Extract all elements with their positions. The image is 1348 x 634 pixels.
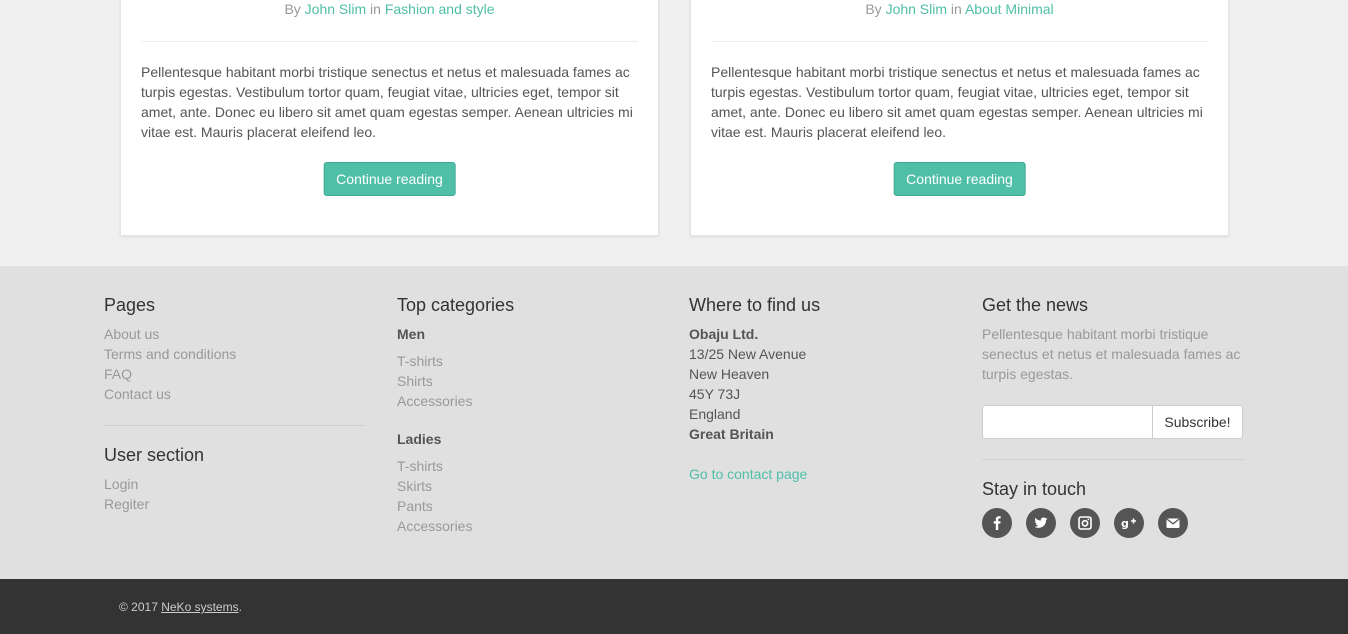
google-plus-icon[interactable]: g [1114,508,1144,538]
address-postcode: 45Y 73J [689,386,741,402]
category-link-ladies-accessories[interactable]: Accessories [397,518,472,534]
news-description: Pellentesque habitant morbi tristique se… [982,326,1241,382]
post-category-link[interactable]: Fashion and style [385,1,495,17]
post-category-link[interactable]: About Minimal [965,1,1054,17]
top-categories-heading: Top categories [397,295,515,315]
user-section-list: Login Regiter [104,474,366,514]
men-heading: Men [397,326,425,342]
category-link-men-tshirts[interactable]: T-shirts [397,353,443,369]
address-city: New Heaven [689,366,770,382]
facebook-icon[interactable] [982,508,1012,538]
company-name: Obaju Ltd. [689,326,759,342]
footer-link-terms[interactable]: Terms and conditions [104,346,236,362]
address-region: England [689,406,741,422]
pages-heading: Pages [104,295,156,315]
where-heading: Where to find us [689,295,821,315]
continue-reading-button[interactable]: Continue reading [323,162,456,196]
instagram-icon[interactable] [1070,508,1100,538]
category-link-men-accessories[interactable]: Accessories [397,393,472,409]
footer-categories-column: Top categories Men T-shirts Shirts Acces… [397,294,659,536]
post-author-link[interactable]: John Slim [305,1,366,17]
footer-link-register[interactable]: Regiter [104,496,149,512]
footer-address-column: Where to find us Obaju Ltd. 13/25 New Av… [689,294,951,484]
post-card: By John Slim in About Minimal Pellentesq… [690,0,1229,236]
subscribe-button[interactable]: Subscribe! [1152,405,1243,439]
footer-news-column: Get the news Pellentesque habitant morbi… [982,294,1244,538]
footer: Pages About us Terms and conditions FAQ … [0,266,1348,579]
footer-link-contact-us[interactable]: Contact us [104,386,171,402]
pages-list: About us Terms and conditions FAQ Contac… [104,324,366,404]
address-street: 13/25 New Avenue [689,346,807,362]
continue-reading-button[interactable]: Continue reading [893,162,1026,196]
ladies-list: T-shirts Skirts Pants Accessories [397,456,659,536]
envelope-icon[interactable] [1158,508,1188,538]
news-heading: Get the news [982,295,1089,315]
footer-link-about-us[interactable]: About us [104,326,159,342]
social-links: g [982,508,1244,538]
post-author-link[interactable]: John Slim [886,1,947,17]
address-country: Great Britain [689,426,774,442]
footer-pages-column: Pages About us Terms and conditions FAQ … [104,294,366,514]
address-block: Obaju Ltd. 13/25 New Avenue New Heaven 4… [689,324,951,444]
category-link-ladies-pants[interactable]: Pants [397,498,433,514]
company-link[interactable]: NeKo systems [161,600,238,614]
footer-link-login[interactable]: Login [104,476,138,492]
newsletter-email-input[interactable] [982,405,1153,439]
category-link-men-shirts[interactable]: Shirts [397,373,433,389]
divider [141,41,638,42]
stay-in-touch-heading: Stay in touch [982,479,1087,499]
svg-text:g: g [1121,517,1129,530]
subscribe-form: Subscribe! [982,405,1243,439]
divider [982,459,1244,460]
post-excerpt: Pellentesque habitant morbi tristique se… [141,64,633,140]
footer-link-faq[interactable]: FAQ [104,366,132,382]
category-link-ladies-skirts[interactable]: Skirts [397,478,432,494]
copyright-text: © 2017 NeKo systems. [119,600,242,614]
post-meta: By John Slim in About Minimal [865,1,1054,17]
men-list: T-shirts Shirts Accessories [397,351,659,411]
divider [711,41,1208,42]
category-link-ladies-tshirts[interactable]: T-shirts [397,458,443,474]
post-meta: By John Slim in Fashion and style [284,1,495,17]
post-excerpt: Pellentesque habitant morbi tristique se… [711,64,1203,140]
blog-posts: By John Slim in Fashion and style Pellen… [0,0,1348,266]
twitter-icon[interactable] [1026,508,1056,538]
post-card: By John Slim in Fashion and style Pellen… [120,0,659,236]
user-section-heading: User section [104,445,205,465]
contact-page-link[interactable]: Go to contact page [689,464,951,484]
ladies-heading: Ladies [397,431,442,447]
divider [104,425,366,426]
copyright-bar: © 2017 NeKo systems. [0,579,1348,634]
